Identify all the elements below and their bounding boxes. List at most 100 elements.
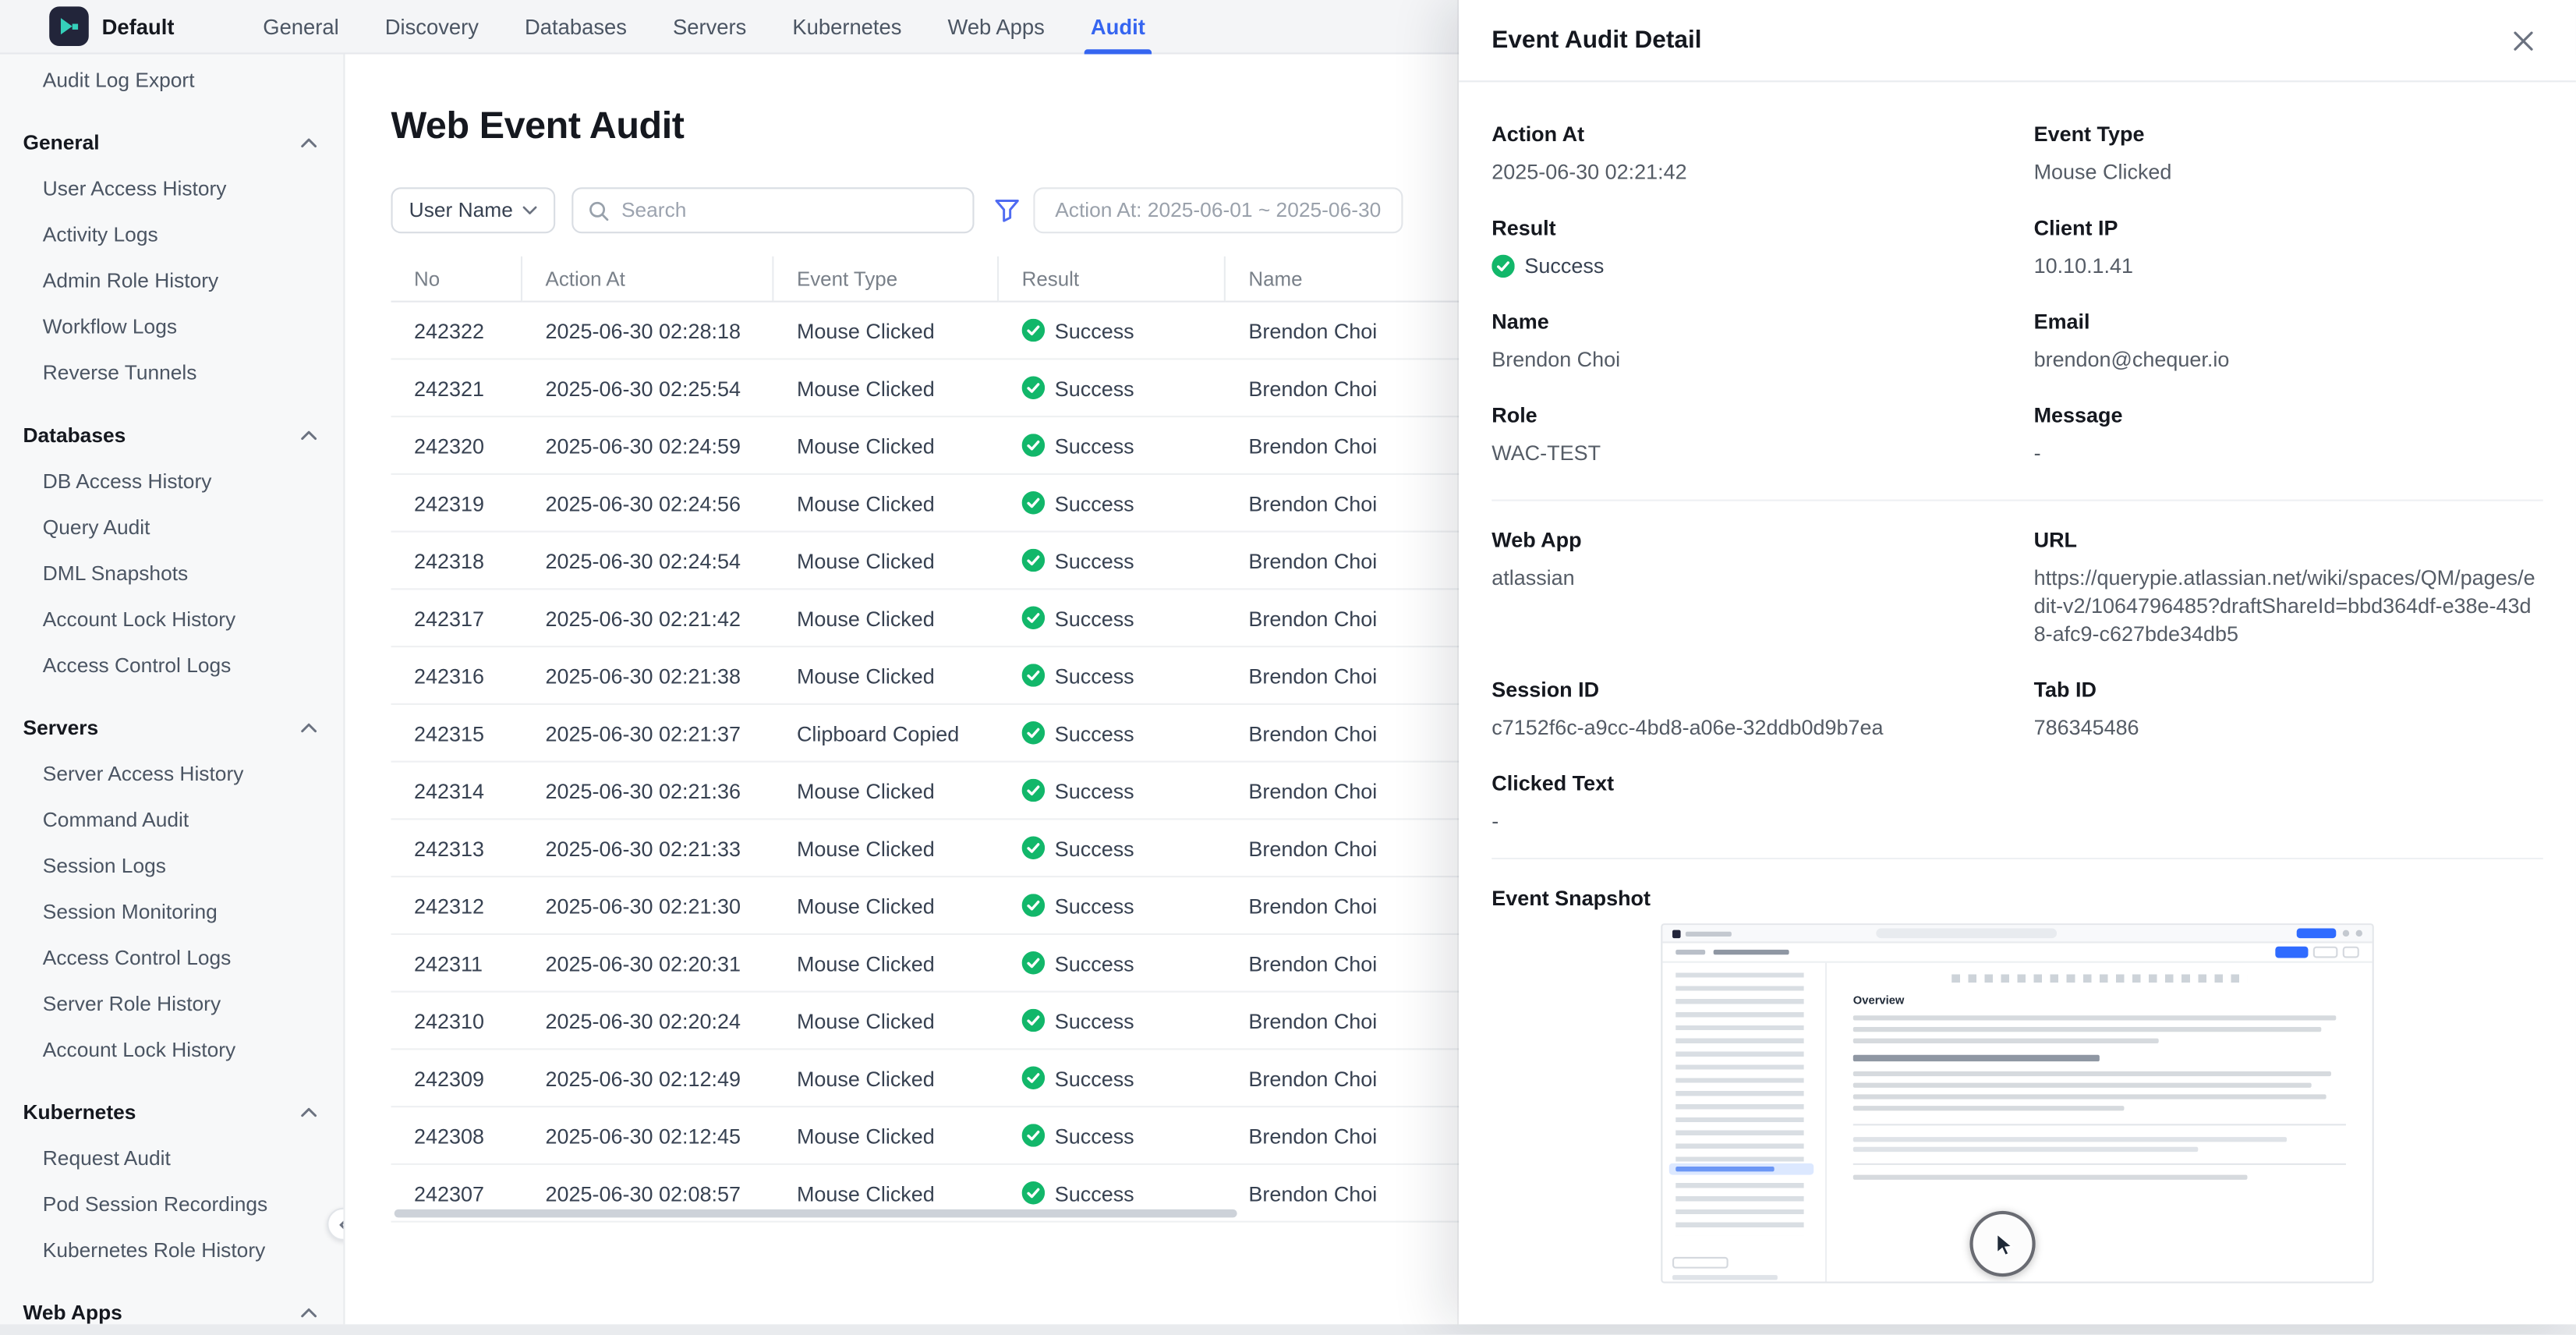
field-name: Name Brendon Choi — [1491, 309, 2033, 373]
sidebar-entry[interactable]: Servers — [0, 705, 343, 751]
table-row[interactable]: 242311 2025-06-30 02:20:31 Mouse Clicked… — [391, 935, 1541, 993]
table-row[interactable]: 242317 2025-06-30 02:21:42 Mouse Clicked… — [391, 590, 1541, 647]
sidebar-entry[interactable]: Command Audit — [0, 797, 343, 843]
table-column-header[interactable]: Result — [999, 257, 1226, 303]
chevron-up-icon — [301, 1308, 317, 1318]
chevron-up-icon — [301, 723, 317, 733]
filter-funnel-icon[interactable] — [994, 197, 1021, 224]
table-column-header[interactable]: Action At — [522, 257, 773, 303]
nav-item-kubernetes[interactable]: Kubernetes — [770, 0, 925, 53]
cell-no: 242317 — [391, 590, 522, 646]
success-icon — [1022, 377, 1045, 399]
table-column-header[interactable]: Event Type — [773, 257, 999, 303]
sidebar-entry[interactable]: Kubernetes — [0, 1089, 343, 1135]
success-icon — [1022, 1181, 1045, 1204]
cell-action-at: 2025-06-30 02:12:45 — [522, 1107, 773, 1163]
sidebar: Audit Log Export General User Ac — [0, 55, 345, 1325]
sidebar-entry[interactable]: Access Control Logs — [0, 643, 343, 689]
sidebar-entry[interactable]: General — [0, 120, 343, 166]
table-row[interactable]: 242313 2025-06-30 02:21:33 Mouse Clicked… — [391, 820, 1541, 877]
sidebar-entry[interactable]: Web Apps — [0, 1290, 343, 1324]
table-row[interactable]: 242309 2025-06-30 02:12:49 Mouse Clicked… — [391, 1050, 1541, 1107]
sidebar-entry[interactable]: Databases — [0, 413, 343, 459]
cell-action-at: 2025-06-30 02:28:18 — [522, 303, 773, 359]
sidebar-entry[interactable]: Request Audit — [0, 1135, 343, 1181]
divider — [1491, 500, 2543, 501]
nav-item-audit[interactable]: Audit — [1067, 0, 1168, 53]
sidebar-entry[interactable]: Server Role History — [0, 981, 343, 1027]
cell-no: 242313 — [391, 820, 522, 876]
sidebar-entry[interactable]: Server Access History — [0, 751, 343, 797]
table-row[interactable]: 242318 2025-06-30 02:24:54 Mouse Clicked… — [391, 533, 1541, 590]
table-row[interactable]: 242314 2025-06-30 02:21:36 Mouse Clicked… — [391, 763, 1541, 820]
table-row[interactable]: 242315 2025-06-30 02:21:37 Clipboard Cop… — [391, 705, 1541, 763]
cell-event-type: Mouse Clicked — [773, 993, 999, 1049]
snapshot-app-topbar — [1662, 925, 2372, 943]
success-icon — [1022, 721, 1045, 744]
search-input[interactable] — [621, 199, 958, 221]
cell-result: Success — [999, 1107, 1226, 1163]
sidebar-entry[interactable]: Pod Session Recordings — [0, 1181, 343, 1227]
nav-item-web-apps[interactable]: Web Apps — [925, 0, 1067, 53]
nav-item-discovery[interactable]: Discovery — [362, 0, 501, 53]
sidebar-entry[interactable]: Session Logs — [0, 843, 343, 889]
action-at-date-filter[interactable]: Action At: 2025-06-01 ~ 2025-06-30 — [1034, 187, 1403, 233]
sidebar-entry[interactable]: Account Lock History — [0, 597, 343, 643]
cell-event-type: Mouse Clicked — [773, 763, 999, 819]
cell-action-at: 2025-06-30 02:21:36 — [522, 763, 773, 819]
table-row[interactable]: 242316 2025-06-30 02:21:38 Mouse Clicked… — [391, 647, 1541, 705]
nav-item-databases[interactable]: Databases — [501, 0, 649, 53]
chevron-down-icon — [523, 205, 538, 215]
search-box — [572, 187, 975, 233]
field-url: URL https://querypie.atlassian.net/wiki/… — [2034, 527, 2543, 647]
user-name-filter-dropdown[interactable]: User Name — [391, 187, 555, 233]
table-row[interactable]: 242320 2025-06-30 02:24:59 Mouse Clicked… — [391, 417, 1541, 475]
sidebar-entry[interactable]: Activity Logs — [0, 212, 343, 258]
sidebar-entry[interactable]: Session Monitoring — [0, 889, 343, 935]
sidebar-entry[interactable]: Admin Role History — [0, 258, 343, 304]
sidebar-entry[interactable]: DML Snapshots — [0, 551, 343, 597]
success-icon — [1022, 434, 1045, 456]
table-row[interactable]: 242312 2025-06-30 02:21:30 Mouse Clicked… — [391, 877, 1541, 935]
cell-event-type: Mouse Clicked — [773, 1050, 999, 1106]
cell-no: 242309 — [391, 1050, 522, 1106]
sidebar-entry[interactable]: Reverse Tunnels — [0, 350, 343, 396]
success-icon — [1022, 549, 1045, 572]
horizontal-scrollbar-thumb[interactable] — [395, 1209, 1237, 1218]
cell-no: 242321 — [391, 359, 522, 416]
cell-no: 242312 — [391, 877, 522, 933]
sidebar-entry[interactable]: Access Control Logs — [0, 935, 343, 981]
field-email: Email brendon@chequer.io — [2034, 309, 2543, 373]
event-snapshot-image[interactable]: Overview — [1661, 923, 2373, 1283]
success-icon — [1022, 491, 1045, 514]
sidebar-entry[interactable]: User Access History — [0, 166, 343, 212]
nav-item-servers[interactable]: Servers — [649, 0, 769, 53]
chevron-up-icon — [301, 138, 317, 148]
sidebar-entry[interactable]: Query Audit — [0, 505, 343, 551]
table-column-header[interactable]: No — [391, 257, 522, 303]
sidebar-entry[interactable]: DB Access History — [0, 459, 343, 505]
workspace-name[interactable]: Default — [102, 14, 175, 39]
cell-event-type: Mouse Clicked — [773, 1107, 999, 1163]
field-web-app: Web App atlassian — [1491, 527, 2033, 647]
sidebar-entry[interactable]: Workflow Logs — [0, 304, 343, 350]
table-row[interactable]: 242321 2025-06-30 02:25:54 Mouse Clicked… — [391, 359, 1541, 417]
field-session-id: Session ID c7152f6c-a9cc-4bd8-a06e-32ddb… — [1491, 677, 2033, 741]
table-row[interactable]: 242322 2025-06-30 02:28:18 Mouse Clicked… — [391, 303, 1541, 360]
success-icon — [1022, 1009, 1045, 1032]
sidebar-entry[interactable]: Kubernetes Role History — [0, 1227, 343, 1273]
table-row[interactable]: 242308 2025-06-30 02:12:45 Mouse Clicked… — [391, 1107, 1541, 1165]
success-icon — [1022, 951, 1045, 974]
table-row[interactable]: 242319 2025-06-30 02:24:56 Mouse Clicked… — [391, 475, 1541, 533]
table-row[interactable]: 242310 2025-06-30 02:20:24 Mouse Clicked… — [391, 993, 1541, 1050]
querypie-logo-icon[interactable] — [49, 6, 89, 46]
nav-item-general[interactable]: General — [240, 0, 362, 53]
cell-event-type: Mouse Clicked — [773, 303, 999, 359]
cell-result: Success — [999, 820, 1226, 876]
cell-no: 242315 — [391, 705, 522, 761]
snapshot-logo — [1672, 930, 1681, 938]
cell-result: Success — [999, 417, 1226, 473]
close-icon[interactable] — [2503, 20, 2543, 60]
sidebar-entry[interactable]: Account Lock History — [0, 1027, 343, 1073]
sidebar-entry[interactable]: Audit Log Export — [0, 58, 343, 104]
